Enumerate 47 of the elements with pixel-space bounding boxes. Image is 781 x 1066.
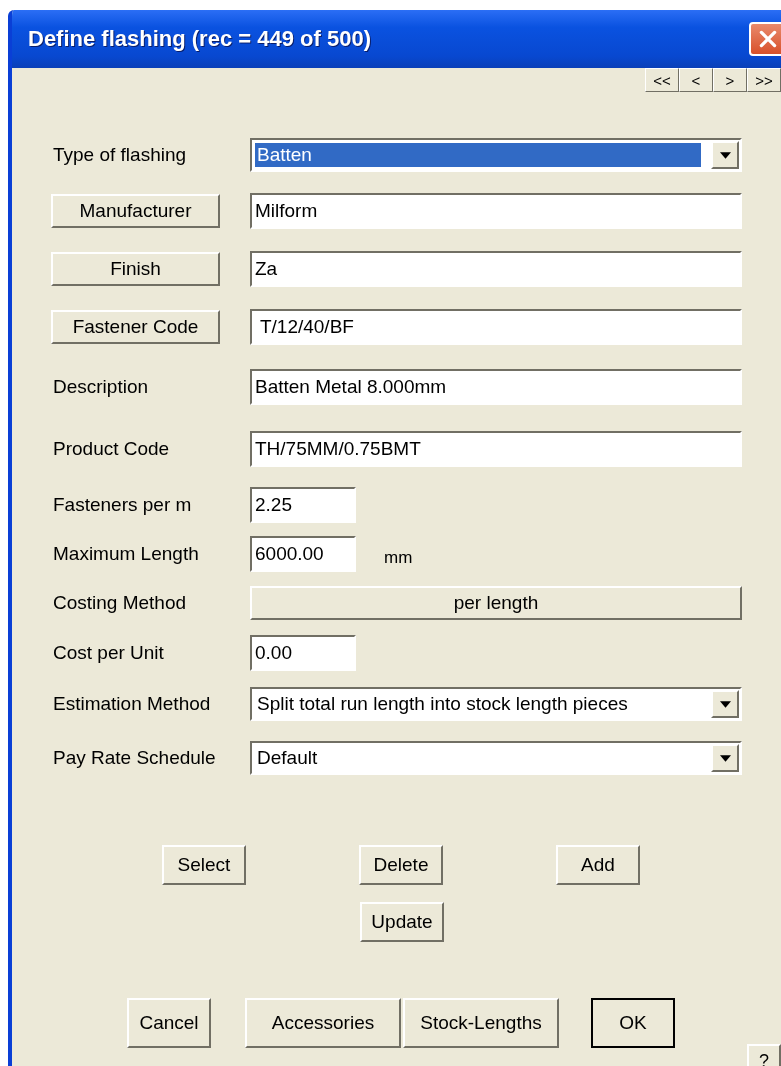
input-field[interactable]: Za bbox=[250, 251, 742, 287]
caret-icon bbox=[719, 151, 731, 159]
help-button[interactable]: ? bbox=[747, 1044, 781, 1066]
field-label: Type of flashing bbox=[53, 144, 187, 165]
dialog-button[interactable]: Cancel bbox=[127, 998, 211, 1048]
input-field[interactable]: T/12/40/BF bbox=[250, 309, 742, 345]
field-label: Cost per Unit bbox=[53, 641, 164, 663]
input-field[interactable]: Milform bbox=[250, 193, 742, 229]
dialog-button[interactable]: Stock-Lengths bbox=[403, 998, 559, 1048]
dropdown-button[interactable] bbox=[711, 690, 739, 718]
dropdown-button[interactable] bbox=[711, 141, 739, 169]
close-icon bbox=[757, 28, 779, 50]
costing-method-button[interactable]: per length bbox=[250, 586, 742, 620]
lookup-button[interactable]: Manufacturer bbox=[51, 194, 220, 228]
action-button[interactable]: Delete bbox=[359, 845, 443, 885]
dropdown[interactable]: Batten bbox=[250, 138, 742, 172]
dialog-button[interactable]: Accessories bbox=[245, 998, 401, 1048]
field-label: Estimation Method bbox=[53, 693, 211, 714]
record-nav-button[interactable]: < bbox=[679, 68, 713, 92]
field-label: Description bbox=[53, 376, 149, 397]
close-button[interactable] bbox=[749, 22, 781, 56]
input-field[interactable]: TH/75MM/0.75BMT bbox=[250, 431, 742, 467]
input-field[interactable]: Batten Metal 8.000mm bbox=[250, 369, 742, 405]
input-field[interactable]: 6000.00 bbox=[250, 535, 356, 572]
record-nav-button[interactable]: >> bbox=[747, 68, 781, 92]
input-field[interactable]: 2.25 bbox=[250, 486, 356, 523]
input-field[interactable]: 0.00 bbox=[250, 634, 356, 671]
field-label: Costing Method bbox=[53, 592, 187, 613]
record-nav-button[interactable]: > bbox=[713, 68, 747, 92]
record-nav-button[interactable]: << bbox=[645, 68, 679, 92]
caret-icon bbox=[719, 700, 731, 708]
dropdown-button[interactable] bbox=[711, 744, 739, 772]
action-button[interactable]: Add bbox=[556, 845, 640, 885]
caret-icon bbox=[719, 754, 731, 762]
dropdown[interactable]: Default bbox=[250, 741, 742, 775]
field-label: Product Code bbox=[53, 438, 170, 459]
lookup-button[interactable]: Finish bbox=[51, 252, 220, 286]
unit-label: mm bbox=[384, 547, 413, 568]
action-button[interactable]: Update bbox=[360, 902, 444, 942]
field-label: Pay Rate Schedule bbox=[53, 747, 216, 768]
dropdown[interactable]: Split total run length into stock length pieces bbox=[250, 687, 742, 721]
action-button[interactable]: Select bbox=[162, 845, 246, 885]
window-title: Define flashing (rec = 449 of 500) bbox=[28, 26, 371, 52]
field-label: Fasteners per m bbox=[53, 493, 192, 515]
lookup-button[interactable]: Fastener Code bbox=[51, 310, 220, 344]
field-label: Maximum Length bbox=[53, 542, 199, 564]
dialog-button[interactable]: OK bbox=[591, 998, 675, 1048]
